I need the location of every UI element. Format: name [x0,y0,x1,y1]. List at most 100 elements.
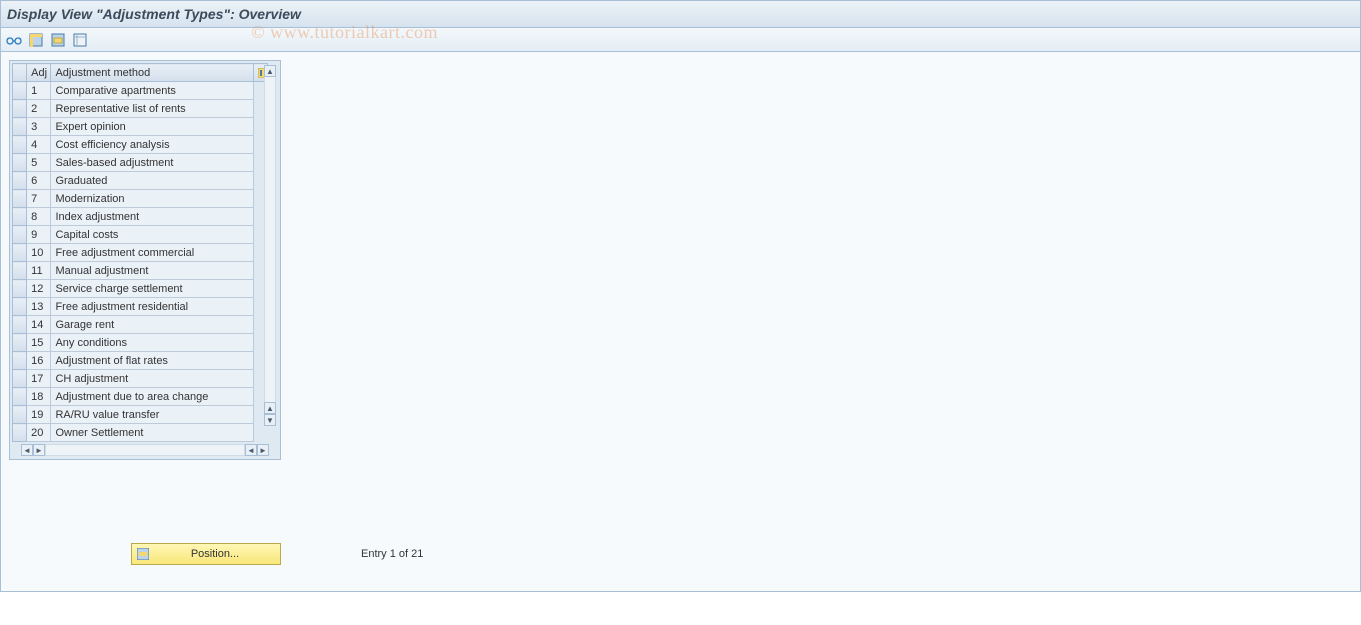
row-selector[interactable] [13,406,27,424]
select-all-icon [29,33,43,47]
cell-method[interactable]: RA/RU value transfer [51,406,253,424]
cell-method[interactable]: Garage rent [51,316,253,334]
position-icon [136,547,150,561]
cell-method[interactable]: Sales-based adjustment [51,154,253,172]
cell-method[interactable]: Representative list of rents [51,100,253,118]
cell-adj[interactable]: 18 [27,388,51,406]
cell-adj[interactable]: 20 [27,424,51,442]
window-titlebar: Display View "Adjustment Types": Overvie… [0,0,1361,28]
row-selector[interactable] [13,352,27,370]
table-row: 6Graduated [13,172,268,190]
cell-adj[interactable]: 15 [27,334,51,352]
deselect-all-button[interactable] [71,31,89,49]
header-method[interactable]: Adjustment method [51,64,253,82]
cell-adj[interactable]: 1 [27,82,51,100]
cell-method[interactable]: Graduated [51,172,253,190]
cell-method[interactable]: Free adjustment residential [51,298,253,316]
table-row: 3Expert opinion [13,118,268,136]
cell-adj[interactable]: 5 [27,154,51,172]
cell-adj[interactable]: 11 [27,262,51,280]
row-selector[interactable] [13,370,27,388]
cell-method[interactable]: Cost efficiency analysis [51,136,253,154]
row-selector[interactable] [13,154,27,172]
cell-method[interactable]: CH adjustment [51,370,253,388]
h-scroll-track[interactable] [45,444,245,456]
cell-method[interactable]: Service charge settlement [51,280,253,298]
header-adj[interactable]: Adj [27,64,51,82]
table-row: 16Adjustment of flat rates [13,352,268,370]
cell-method[interactable]: Owner Settlement [51,424,253,442]
horizontal-scrollbar[interactable]: ◄ ► ◄ ► [12,443,278,457]
row-selector[interactable] [13,424,27,442]
position-button[interactable]: Position... [131,543,281,565]
scroll-right-inner-button[interactable]: ► [33,444,45,456]
cell-method[interactable]: Index adjustment [51,208,253,226]
row-selector[interactable] [13,118,27,136]
row-selector[interactable] [13,334,27,352]
table-header-row: Adj Adjustment method [13,64,268,82]
row-selector[interactable] [13,226,27,244]
row-selector[interactable] [13,208,27,226]
table-row: 18Adjustment due to area change [13,388,268,406]
scroll-up-button[interactable]: ▲ [264,65,276,77]
cell-method[interactable]: Manual adjustment [51,262,253,280]
row-selector[interactable] [13,388,27,406]
row-selector[interactable] [13,244,27,262]
cell-adj[interactable]: 3 [27,118,51,136]
cell-method[interactable]: Modernization [51,190,253,208]
window-title: Display View "Adjustment Types": Overvie… [7,6,301,22]
vertical-scrollbar[interactable]: ▲ ▲ ▼ [264,65,276,426]
row-selector[interactable] [13,100,27,118]
row-selector[interactable] [13,172,27,190]
cell-adj[interactable]: 16 [27,352,51,370]
cell-adj[interactable]: 8 [27,208,51,226]
cell-adj[interactable]: 12 [27,280,51,298]
select-all-button[interactable] [27,31,45,49]
cell-adj[interactable]: 14 [27,316,51,334]
header-selector[interactable] [13,64,27,82]
footer-area: Position... Entry 1 of 21 [131,543,423,565]
scroll-down-button[interactable]: ▼ [264,414,276,426]
table-row: 4Cost efficiency analysis [13,136,268,154]
details-button[interactable] [5,31,23,49]
cell-method[interactable]: Free adjustment commercial [51,244,253,262]
scroll-right-button[interactable]: ► [257,444,269,456]
cell-method[interactable]: Expert opinion [51,118,253,136]
select-block-button[interactable] [49,31,67,49]
table-row: 13Free adjustment residential [13,298,268,316]
row-selector[interactable] [13,136,27,154]
cell-method[interactable]: Comparative apartments [51,82,253,100]
cell-adj[interactable]: 10 [27,244,51,262]
cell-adj[interactable]: 17 [27,370,51,388]
scroll-left-inner-button[interactable]: ◄ [245,444,257,456]
table-row: 20Owner Settlement [13,424,268,442]
cell-adj[interactable]: 9 [27,226,51,244]
cell-adj[interactable]: 2 [27,100,51,118]
cell-adj[interactable]: 7 [27,190,51,208]
row-selector[interactable] [13,298,27,316]
cell-method[interactable]: Capital costs [51,226,253,244]
row-selector[interactable] [13,280,27,298]
scroll-track[interactable] [264,77,276,402]
table-row: 8Index adjustment [13,208,268,226]
table-row: 9Capital costs [13,226,268,244]
table-row: 14Garage rent [13,316,268,334]
scroll-up2-button[interactable]: ▲ [264,402,276,414]
cell-adj[interactable]: 19 [27,406,51,424]
cell-adj[interactable]: 4 [27,136,51,154]
table-row: 10Free adjustment commercial [13,244,268,262]
cell-adj[interactable]: 13 [27,298,51,316]
glasses-icon [6,34,22,46]
cell-method[interactable]: Adjustment of flat rates [51,352,253,370]
row-selector[interactable] [13,262,27,280]
row-selector[interactable] [13,190,27,208]
entry-counter: Entry 1 of 21 [361,548,423,560]
table-row: 15Any conditions [13,334,268,352]
cell-method[interactable]: Any conditions [51,334,253,352]
cell-method[interactable]: Adjustment due to area change [51,388,253,406]
table-container: Adj Adjustment method 1Comparative apart… [9,60,281,460]
row-selector[interactable] [13,82,27,100]
scroll-left-button[interactable]: ◄ [21,444,33,456]
cell-adj[interactable]: 6 [27,172,51,190]
row-selector[interactable] [13,316,27,334]
